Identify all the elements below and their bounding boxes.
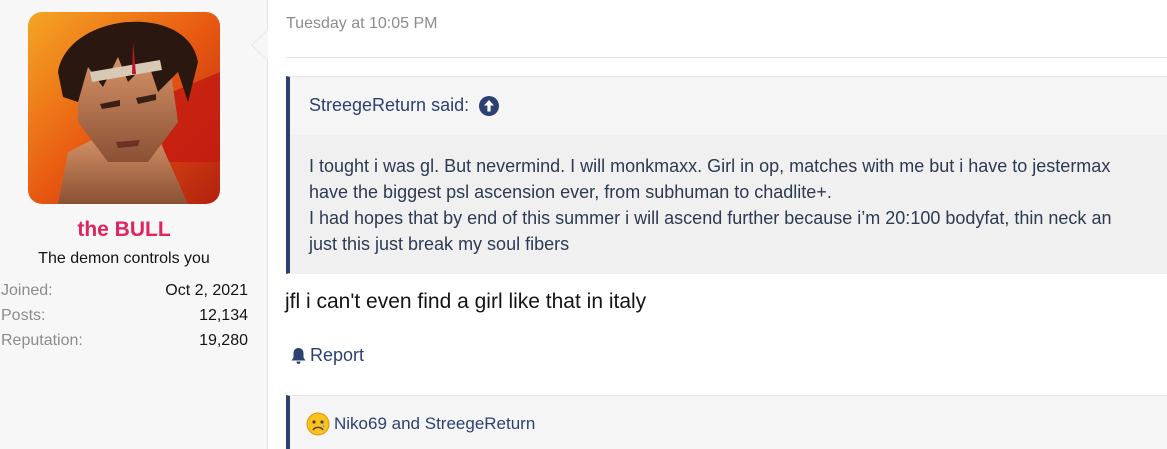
sad-face-icon xyxy=(306,412,330,436)
stat-posts: Posts: 12,134 xyxy=(1,305,248,330)
report-label: Report xyxy=(310,345,365,365)
reactions-bar: Niko69 and StreegeReturn xyxy=(286,395,1167,449)
stat-value[interactable]: 12,134 xyxy=(199,305,248,330)
quote-line: I tought i was gl. But nevermind. I will… xyxy=(309,156,1111,176)
quote-body: I tought i was gl. But nevermind. I will… xyxy=(290,135,1167,274)
stat-value: Oct 2, 2021 xyxy=(165,282,248,299)
stat-joined: Joined: Oct 2, 2021 xyxy=(1,280,248,305)
post-message: jfl i can't even find a girl like that i… xyxy=(285,290,647,313)
stat-label: Joined: xyxy=(1,282,53,299)
username[interactable]: the BULL xyxy=(0,218,248,242)
user-stats: Joined: Oct 2, 2021 Posts: 12,134 Reputa… xyxy=(1,280,248,355)
stat-reputation: Reputation: 19,280 xyxy=(1,330,248,355)
report-button[interactable]: Report xyxy=(290,345,364,366)
avatar[interactable] xyxy=(28,12,220,204)
reactions-users[interactable]: Niko69 and StreegeReturn xyxy=(334,414,535,434)
quote-line: just this just break my soul fibers xyxy=(309,234,570,254)
arrow-up-circle-icon[interactable] xyxy=(479,95,500,116)
quote-author[interactable]: StreegeReturn said: xyxy=(309,95,469,116)
quote-line: have the biggest psl ascension ever, fro… xyxy=(309,182,832,202)
stat-label: Posts: xyxy=(1,307,46,324)
stat-label: Reputation: xyxy=(1,332,83,349)
bell-icon xyxy=(291,347,306,364)
quote-block: StreegeReturn said: I tought i was gl. B… xyxy=(286,76,1167,274)
quote-text: I tought i was gl. But nevermind. I will… xyxy=(309,153,1111,257)
stat-value: 19,280 xyxy=(199,332,248,349)
message-arrow xyxy=(252,30,268,60)
quote-header: StreegeReturn said: xyxy=(309,95,500,116)
divider xyxy=(286,57,1167,58)
user-title: The demon controls you xyxy=(38,250,210,267)
quote-line: I had hopes that by end of this summer i… xyxy=(309,208,1112,228)
post-date[interactable]: Tuesday at 10:05 PM xyxy=(286,15,438,33)
reactions-summary[interactable]: Niko69 and StreegeReturn xyxy=(306,412,535,436)
user-info-panel: the BULL The demon controls you Joined: … xyxy=(0,0,268,449)
